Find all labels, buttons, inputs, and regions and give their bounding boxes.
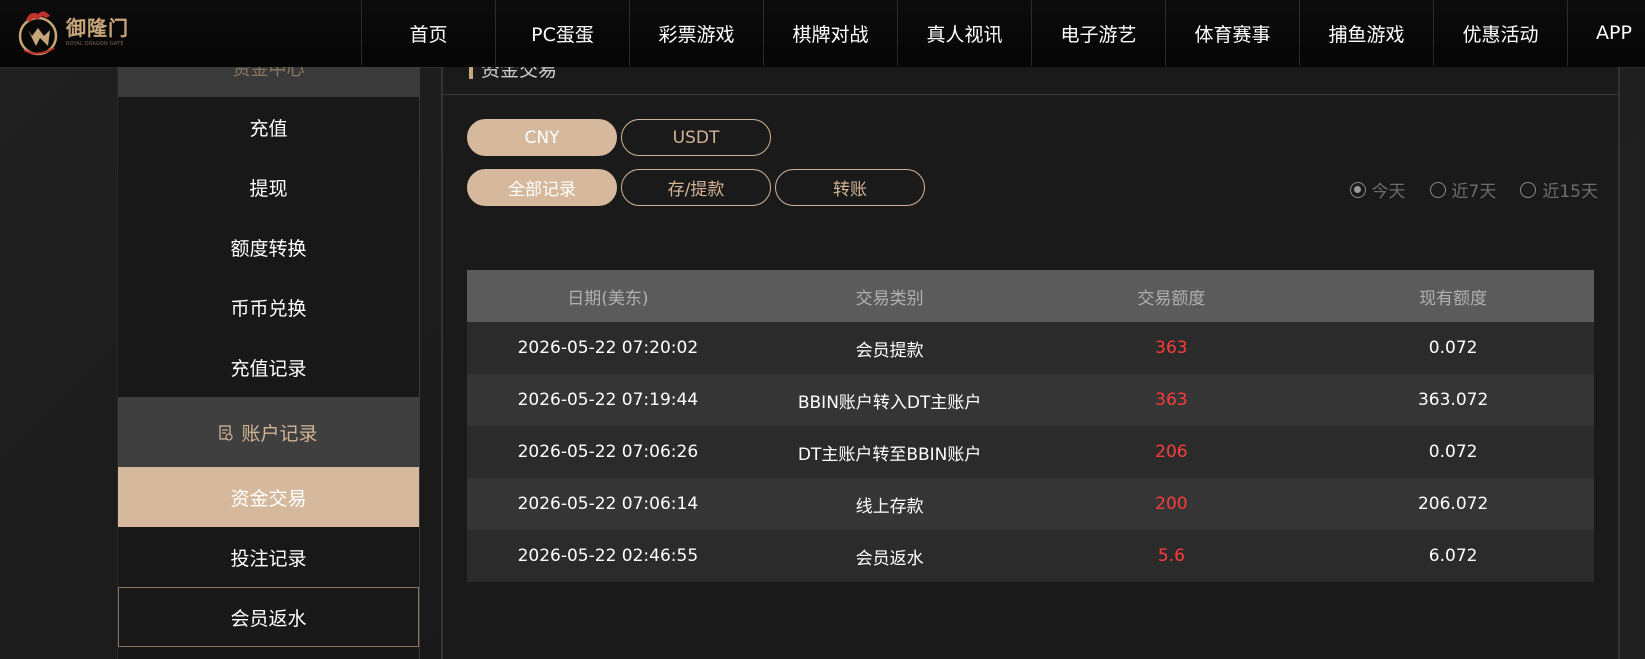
nav-live-video[interactable]: 真人视讯 — [897, 0, 1031, 66]
table-row: 2026-05-22 07:06:26 DT主账户转至BBIN账户 206 0.… — [467, 426, 1594, 478]
cell-type: 会员返水 — [855, 548, 924, 569]
nav-sports[interactable]: 体育赛事 — [1165, 0, 1299, 66]
filter-deposit-withdraw-button[interactable]: 存/提款 — [621, 169, 771, 206]
cell-date: 2026-05-22 07:19:44 — [517, 390, 699, 410]
main-nav: 首页 PC蛋蛋 彩票游戏 棋牌对战 真人视讯 电子游艺 体育赛事 捕鱼游戏 优惠… — [361, 0, 1645, 66]
sidebar-section-funds-label: 资金中心 — [232, 67, 305, 80]
dragon-logo-icon — [16, 6, 62, 58]
sidebar-section-account-records-label: 账户记录 — [241, 422, 318, 445]
cell-date: 2026-05-22 07:06:26 — [517, 442, 699, 462]
currency-cny-button[interactable]: CNY — [467, 119, 617, 156]
radio-today-label: 今天 — [1371, 182, 1406, 202]
cell-balance: 206.072 — [1417, 494, 1489, 514]
table-row: 2026-05-22 07:19:44 BBIN账户转入DT主账户 363 36… — [467, 374, 1594, 426]
document-icon — [219, 424, 234, 441]
radio-today[interactable]: 今天 — [1349, 177, 1406, 202]
sidebar-section-funds[interactable]: 资金中心 — [118, 67, 419, 97]
cell-balance: 0.072 — [1428, 442, 1478, 462]
sidebar-item-member-rebate[interactable]: 会员返水 — [118, 587, 419, 647]
panel-title-bar: 资金交易 — [443, 67, 1618, 95]
cell-balance: 363.072 — [1417, 390, 1489, 410]
sidebar: 资金中心 充值 提现 额度转换 币币兑换 充值记录 账户记录 资金交易 投注记录… — [117, 67, 420, 659]
top-header: 御隆门 ROYAL DRAGON GATE 首页 PC蛋蛋 彩票游戏 棋牌对战 … — [0, 0, 1645, 68]
radio-7days-label: 近7天 — [1451, 182, 1497, 202]
table-row: 2026-05-22 02:46:55 会员返水 5.6 6.072 — [467, 530, 1594, 582]
cell-amount: 363 — [1155, 390, 1188, 410]
cell-balance: 6.072 — [1428, 546, 1478, 566]
site-logo[interactable]: 御隆门 ROYAL DRAGON GATE — [16, 4, 134, 60]
radio-15days[interactable]: 近15天 — [1520, 177, 1598, 202]
sidebar-item-deposit[interactable]: 充值 — [118, 97, 419, 157]
nav-fishing[interactable]: 捕鱼游戏 — [1299, 0, 1433, 66]
nav-home[interactable]: 首页 — [361, 0, 495, 66]
cell-amount: 206 — [1155, 442, 1188, 462]
cell-type: BBIN账户转入DT主账户 — [797, 392, 982, 413]
logo-name: 御隆门 — [66, 16, 129, 40]
table-row: 2026-05-22 07:20:02 会员提款 363 0.072 — [467, 322, 1594, 374]
radio-15days-label: 近15天 — [1542, 182, 1598, 202]
radio-7days[interactable]: 近7天 — [1429, 177, 1497, 202]
nav-app[interactable]: APP — [1567, 0, 1645, 66]
filter-all-records-button[interactable]: 全部记录 — [467, 169, 617, 206]
column-header-date: 日期(美东) — [567, 288, 649, 309]
column-header-type: 交易类别 — [855, 288, 924, 309]
table-row: 2026-05-22 07:06:14 线上存款 200 206.072 — [467, 478, 1594, 530]
nav-promotions[interactable]: 优惠活动 — [1433, 0, 1567, 66]
cell-amount: 200 — [1155, 494, 1188, 514]
main-panel: 资金交易 CNY USDT 全部记录 存/提款 转账 今天 近7天 近15天 日… — [441, 67, 1620, 659]
sidebar-item-transfer[interactable]: 额度转换 — [118, 217, 419, 277]
table-header: 日期(美东) 交易类别 交易额度 现有额度 — [467, 270, 1594, 322]
cell-type: DT主账户转至BBIN账户 — [797, 444, 982, 465]
cell-balance: 0.072 — [1428, 338, 1478, 358]
sidebar-item-bet-records[interactable]: 投注记录 — [118, 527, 419, 587]
nav-electronic-games[interactable]: 电子游艺 — [1031, 0, 1165, 66]
radio-7days-circle[interactable] — [1429, 181, 1446, 198]
cell-amount: 363 — [1155, 338, 1188, 358]
cell-date: 2026-05-22 07:06:14 — [517, 494, 699, 514]
sidebar-item-withdraw[interactable]: 提现 — [118, 157, 419, 217]
nav-pc-dandan[interactable]: PC蛋蛋 — [495, 0, 629, 66]
cell-type: 会员提款 — [855, 340, 924, 361]
logo-subtitle: ROYAL DRAGON GATE — [66, 41, 124, 47]
nav-lottery[interactable]: 彩票游戏 — [629, 0, 763, 66]
transactions-table: 日期(美东) 交易类别 交易额度 现有额度 2026-05-22 07:20:0… — [467, 270, 1594, 582]
column-header-balance: 现有额度 — [1419, 288, 1488, 309]
filter-transfer-button[interactable]: 转账 — [775, 169, 925, 206]
column-header-amount: 交易额度 — [1137, 288, 1206, 309]
radio-today-circle[interactable] — [1349, 181, 1366, 198]
cell-date: 2026-05-22 07:20:02 — [517, 338, 699, 358]
currency-usdt-button[interactable]: USDT — [621, 119, 771, 156]
sidebar-item-coin-exchange[interactable]: 币币兑换 — [118, 277, 419, 337]
date-range-radios: 今天 近7天 近15天 — [1326, 177, 1598, 202]
sidebar-section-account-records[interactable]: 账户记录 — [118, 397, 419, 467]
nav-chess-cards[interactable]: 棋牌对战 — [763, 0, 897, 66]
cell-amount: 5.6 — [1157, 546, 1185, 566]
radio-15days-circle[interactable] — [1520, 181, 1537, 198]
panel-title: 资金交易 — [481, 67, 558, 81]
sidebar-item-fund-transactions[interactable]: 资金交易 — [118, 467, 419, 527]
sidebar-item-deposit-records[interactable]: 充值记录 — [118, 337, 419, 397]
cell-type: 线上存款 — [855, 496, 924, 517]
title-accent-mark — [469, 67, 473, 79]
cell-date: 2026-05-22 02:46:55 — [517, 546, 699, 566]
